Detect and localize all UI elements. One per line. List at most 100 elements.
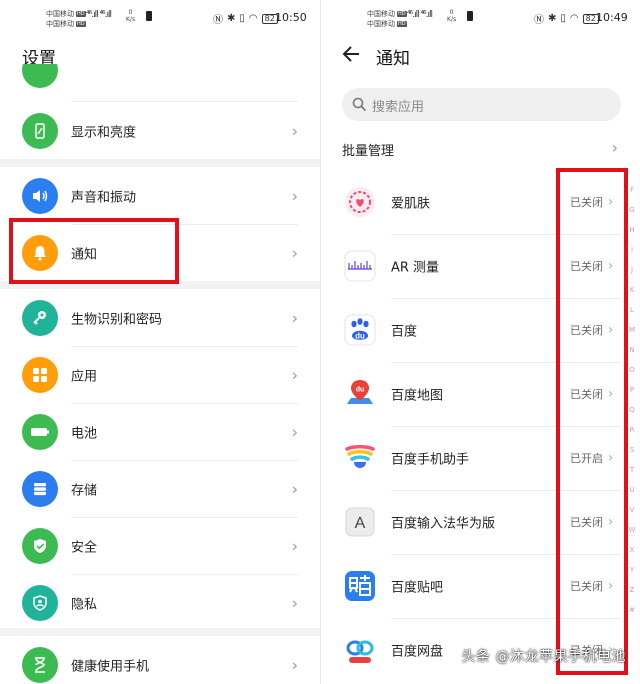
back-button[interactable] — [342, 42, 362, 66]
settings-item-battery[interactable]: 电池 › — [0, 403, 320, 460]
app-name: AR 测量 — [391, 260, 440, 276]
highlight-box — [9, 218, 179, 284]
hd-badge: HD — [397, 21, 407, 27]
carrier-2: 中国移动 — [367, 20, 395, 28]
chevron-right-icon: › — [291, 536, 298, 555]
hourglass-icon — [22, 646, 58, 683]
app-name: 百度输入法华为版 — [391, 516, 496, 532]
svg-text:du: du — [356, 387, 365, 394]
key-icon — [22, 299, 58, 336]
search-input[interactable]: 搜索应用 — [342, 88, 621, 121]
scrolled-item-icon — [22, 64, 58, 92]
settings-item-label: 生物识别和密码 — [71, 312, 163, 327]
speed-unit: K/s — [126, 16, 136, 23]
clock: 10:50 — [275, 11, 307, 24]
chevron-right-icon: › — [291, 243, 298, 262]
chevron-right-icon: › — [291, 308, 298, 327]
app-name: 爱肌肤 — [391, 196, 431, 212]
settings-item-digital-balance[interactable]: 健康使用手机 › — [0, 636, 320, 684]
arrow-left-icon — [342, 46, 359, 62]
signal-icon: ⁴⁶.ıll ⁴⁶.ıll — [86, 10, 112, 20]
svg-text:du: du — [355, 332, 365, 341]
aijifu-icon — [342, 184, 378, 220]
shield-check-icon — [22, 527, 58, 564]
carrier-info: 中国移动 HD 中国移动 HD — [46, 9, 86, 29]
speed-unit: K/s — [447, 16, 457, 23]
hd-badge: HD — [76, 11, 86, 17]
status-icons: Ⓝ ✱ ▯ ◠ 82 — [213, 11, 278, 26]
app-name: 百度贴吧 — [391, 580, 444, 596]
baidu-tieba-icon — [342, 568, 378, 604]
vibrate-icon: ▯ — [239, 13, 245, 24]
settings-item-privacy[interactable]: 隐私 › — [0, 574, 320, 631]
battery-icon — [22, 413, 58, 450]
chevron-right-icon: › — [291, 422, 298, 441]
chevron-right-icon: › — [611, 138, 618, 157]
settings-item-display[interactable]: 显示和亮度 › — [0, 102, 320, 159]
ar-measure-icon — [342, 248, 378, 284]
speed-value: 0 — [128, 9, 133, 16]
storage-icon — [22, 470, 58, 507]
chevron-right-icon: › — [291, 186, 298, 205]
settings-item-label: 健康使用手机 — [71, 659, 150, 674]
app-name: 百度地图 — [391, 388, 444, 404]
bluetooth-icon: ✱ — [227, 13, 236, 24]
svg-text:A: A — [355, 515, 366, 532]
signal-icon: ⁴⁶.ıll ⁴⁶.ıll — [407, 10, 433, 20]
charging-icon — [467, 11, 473, 21]
hd-badge: HD — [397, 11, 407, 17]
settings-item-apps[interactable]: 应用 › — [0, 346, 320, 403]
settings-item-label: 应用 — [71, 369, 98, 384]
chevron-right-icon: › — [291, 655, 298, 674]
highlight-box — [556, 168, 628, 675]
charging-icon — [146, 11, 152, 21]
status-bar: 中国移动 HD 中国移动 HD ⁴⁶.ıll ⁴⁶.ıll 0 K/s Ⓝ ✱ ▯ ◠… — [0, 0, 320, 34]
settings-item-storage[interactable]: 存储 › — [0, 460, 320, 517]
speed-value: 0 — [449, 9, 454, 16]
chevron-right-icon: › — [291, 593, 298, 612]
carrier-info: 中国移动 HD 中国移动 HD — [367, 9, 407, 29]
settings-item-label: 电池 — [71, 426, 98, 441]
baidu-icon: du — [342, 312, 378, 348]
network-speed: 0 K/s — [126, 9, 135, 23]
baidu-map-icon: du — [342, 376, 378, 412]
app-name: 百度 — [391, 324, 418, 340]
carrier-1: 中国移动 — [367, 10, 395, 18]
settings-item-biometrics[interactable]: 生物识别和密码 › — [0, 289, 320, 346]
section-gap — [0, 159, 320, 167]
settings-item-security[interactable]: 安全 › — [0, 517, 320, 574]
settings-item-label: 隐私 — [71, 597, 98, 612]
settings-item-label: 存储 — [71, 483, 98, 498]
display-icon — [22, 112, 58, 149]
status-bar: 中国移动 HD 中国移动 HD ⁴⁶.ıll ⁴⁶.ıll 0 K/s Ⓝ ✱ ▯ ◠… — [321, 0, 640, 34]
clock: 10:49 — [596, 11, 628, 24]
settings-item-sound[interactable]: 声音和振动 › — [0, 167, 320, 224]
status-icons: Ⓝ ✱ ▯ ◠ 82 — [534, 11, 599, 26]
search-icon — [352, 97, 367, 112]
wifi-icon: ◠ — [569, 13, 579, 24]
app-name: 百度网盘 — [391, 644, 444, 660]
apps-grid-icon — [22, 356, 58, 393]
speaker-icon — [22, 177, 58, 214]
page-title: 通知 — [376, 49, 410, 69]
section-gap — [0, 628, 320, 636]
bluetooth-icon: ✱ — [548, 13, 557, 24]
carrier-2: 中国移动 — [46, 20, 74, 28]
vibrate-icon: ▯ — [560, 13, 566, 24]
nfc-icon: Ⓝ — [534, 15, 544, 26]
search-placeholder: 搜索应用 — [372, 100, 425, 115]
settings-screen: 中国移动 HD 中国移动 HD ⁴⁶.ıll ⁴⁶.ıll 0 K/s Ⓝ ✱ ▯ ◠… — [0, 0, 320, 684]
bulk-manage-item[interactable]: 批量管理 — [342, 140, 394, 159]
baidu-input-icon: A — [342, 504, 378, 540]
chevron-right-icon: › — [291, 121, 298, 140]
nfc-icon: Ⓝ — [213, 15, 223, 26]
network-speed: 0 K/s — [447, 9, 456, 23]
baidu-netdisk-icon — [342, 632, 378, 668]
settings-item-label: 安全 — [71, 540, 98, 555]
settings-item-label: 显示和亮度 — [71, 125, 137, 140]
chevron-right-icon: › — [291, 365, 298, 384]
hd-badge: HD — [76, 21, 86, 27]
carrier-1: 中国移动 — [46, 10, 74, 18]
watermark: 头条 @沐龙苹果手机电池 — [461, 649, 626, 665]
app-name: 百度手机助手 — [391, 452, 470, 468]
